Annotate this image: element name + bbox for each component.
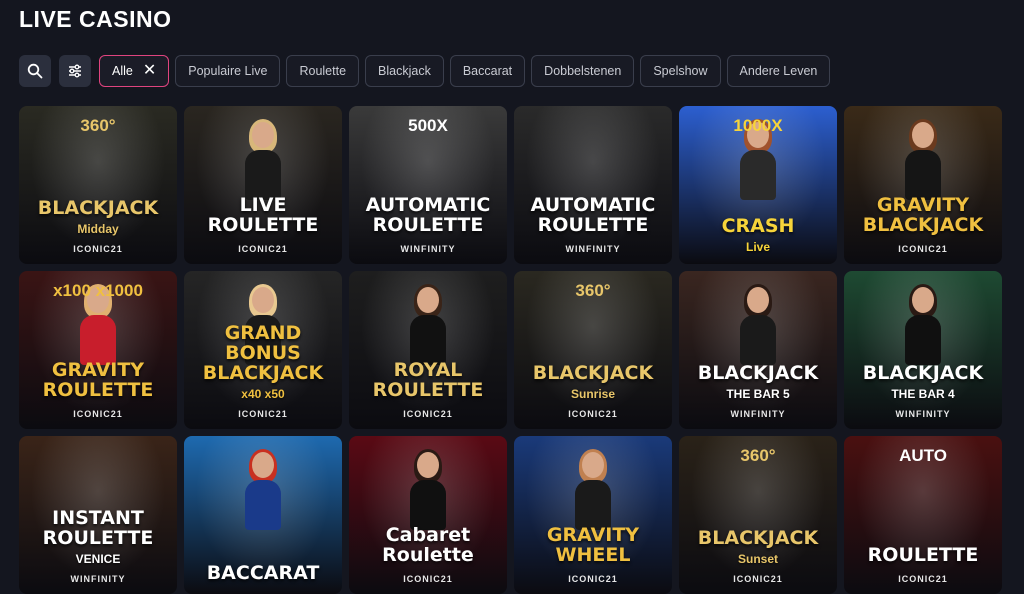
dealer-image (905, 119, 941, 202)
filter-bar: Alle ✕ Populaire Live Roulette Blackjack… (19, 55, 831, 87)
dealer-image (740, 284, 776, 367)
provider-logo: ICONIC21 (403, 409, 453, 419)
chip-spelshow[interactable]: Spelshow (640, 55, 721, 87)
game-title: GRAND BONUS BLACKJACK (202, 322, 324, 385)
provider-logo: ICONIC21 (73, 244, 123, 254)
game-tile[interactable]: BLACKJACK THE BAR 5 WINFINITY (679, 271, 837, 429)
chip-andere-leven[interactable]: Andere Leven (726, 55, 831, 87)
game-tile[interactable]: AUTO ROULETTE ICONIC21 (844, 436, 1002, 594)
provider-logo: WINFINITY (730, 409, 786, 419)
game-title: Cabaret Roulette (382, 524, 474, 567)
provider-logo: ICONIC21 (568, 409, 618, 419)
game-title: ROYAL ROULETTE (372, 359, 484, 402)
provider-logo: ICONIC21 (403, 574, 453, 584)
game-title: GRAVITY ROULETTE (42, 359, 154, 402)
game-title: AUTOMATIC ROULETTE (530, 194, 656, 237)
chip-baccarat[interactable]: Baccarat (449, 55, 526, 87)
game-tile[interactable]: 360° BLACKJACK Sunrise ICONIC21 (514, 271, 672, 429)
game-tile[interactable]: GRAVITY WHEEL ICONIC21 (514, 436, 672, 594)
game-title: BLACKJACK (532, 362, 654, 385)
game-subtitle: Live (745, 240, 770, 254)
provider-logo: ICONIC21 (238, 409, 288, 419)
tile-top-label: 360° (575, 281, 611, 300)
game-tile[interactable]: x100 x1000 GRAVITY ROULETTE ICONIC21 (19, 271, 177, 429)
game-title: BLACKJACK (37, 197, 159, 220)
provider-logo: ICONIC21 (238, 244, 288, 254)
provider-logo: ICONIC21 (898, 244, 948, 254)
game-subtitle: THE BAR 4 (891, 387, 955, 401)
game-subtitle: Midday (77, 222, 119, 236)
chip-dobbelstenen[interactable]: Dobbelstenen (531, 55, 635, 87)
game-title: INSTANT ROULETTE (42, 507, 154, 550)
chip-blackjack[interactable]: Blackjack (365, 55, 444, 87)
dealer-image (410, 284, 446, 367)
game-title: CRASH (721, 215, 795, 238)
game-tile[interactable]: INSTANT ROULETTE VENICE WINFINITY (19, 436, 177, 594)
game-grid: 360° BLACKJACK Midday ICONIC21 LIVE ROULETTE… (19, 106, 1002, 594)
game-tile[interactable]: GRAND BONUS BLACKJACK x40 x50 ICONIC21 (184, 271, 342, 429)
game-title: BLACKJACK (697, 527, 819, 550)
game-tile[interactable]: LIVE ROULETTE ICONIC21 (184, 106, 342, 264)
filter-settings-button[interactable] (59, 55, 91, 87)
chip-populaire-live[interactable]: Populaire Live (175, 55, 281, 87)
game-title: LIVE ROULETTE (207, 194, 319, 237)
dealer-image (245, 119, 281, 202)
game-tile[interactable]: BACCARAT (184, 436, 342, 594)
tile-top-label: 500X (408, 116, 448, 135)
sliders-icon (69, 64, 81, 78)
game-title: AUTOMATIC ROULETTE (365, 194, 491, 237)
game-subtitle: Sunrise (570, 387, 615, 401)
tile-top-label: AUTO (899, 446, 947, 465)
game-subtitle: THE BAR 5 (726, 387, 790, 401)
game-tile[interactable]: Cabaret Roulette ICONIC21 (349, 436, 507, 594)
provider-logo: WINFINITY (565, 244, 621, 254)
provider-logo: ICONIC21 (733, 574, 783, 584)
game-title: ROULETTE (867, 544, 979, 567)
dealer-image (905, 284, 941, 367)
search-button[interactable] (19, 55, 51, 87)
provider-logo: ICONIC21 (898, 574, 948, 584)
close-icon[interactable]: ✕ (143, 63, 156, 79)
provider-logo: ICONIC21 (73, 409, 123, 419)
chip-alle[interactable]: Alle ✕ (99, 55, 170, 87)
game-tile[interactable]: GRAVITY BLACKJACK ICONIC21 (844, 106, 1002, 264)
search-icon (27, 63, 43, 79)
dealer-image (410, 449, 446, 532)
game-tile[interactable]: BLACKJACK THE BAR 4 WINFINITY (844, 271, 1002, 429)
tile-top-label: 1000X (733, 116, 783, 135)
provider-logo: WINFINITY (70, 574, 126, 584)
provider-logo: WINFINITY (400, 244, 456, 254)
provider-logo: WINFINITY (895, 409, 951, 419)
chip-roulette[interactable]: Roulette (286, 55, 360, 87)
game-subtitle: Sunset (737, 552, 778, 566)
game-tile[interactable]: AUTOMATIC ROULETTE WINFINITY (514, 106, 672, 264)
game-title: BLACKJACK (697, 362, 819, 385)
game-subtitle: VENICE (75, 552, 121, 566)
tile-top-label: x100 x1000 (53, 281, 143, 300)
dealer-image (575, 449, 611, 532)
game-tile[interactable]: ROYAL ROULETTE ICONIC21 (349, 271, 507, 429)
game-tile[interactable]: 500X AUTOMATIC ROULETTE WINFINITY (349, 106, 507, 264)
game-tile[interactable]: 1000X CRASH Live (679, 106, 837, 264)
provider-logo: ICONIC21 (568, 574, 618, 584)
game-title: GRAVITY BLACKJACK (862, 194, 984, 237)
game-tile[interactable]: 360° BLACKJACK Midday ICONIC21 (19, 106, 177, 264)
game-title: BACCARAT (206, 562, 320, 585)
game-tile[interactable]: 360° BLACKJACK Sunset ICONIC21 (679, 436, 837, 594)
dealer-image (245, 449, 281, 532)
tile-top-label: 360° (80, 116, 116, 135)
tile-top-label: 360° (740, 446, 776, 465)
chip-label: Alle (112, 64, 133, 78)
game-title: BLACKJACK (862, 362, 984, 385)
page-title: LIVE CASINO (19, 6, 172, 32)
game-subtitle: x40 x50 (241, 387, 285, 401)
game-title: GRAVITY WHEEL (546, 524, 640, 567)
